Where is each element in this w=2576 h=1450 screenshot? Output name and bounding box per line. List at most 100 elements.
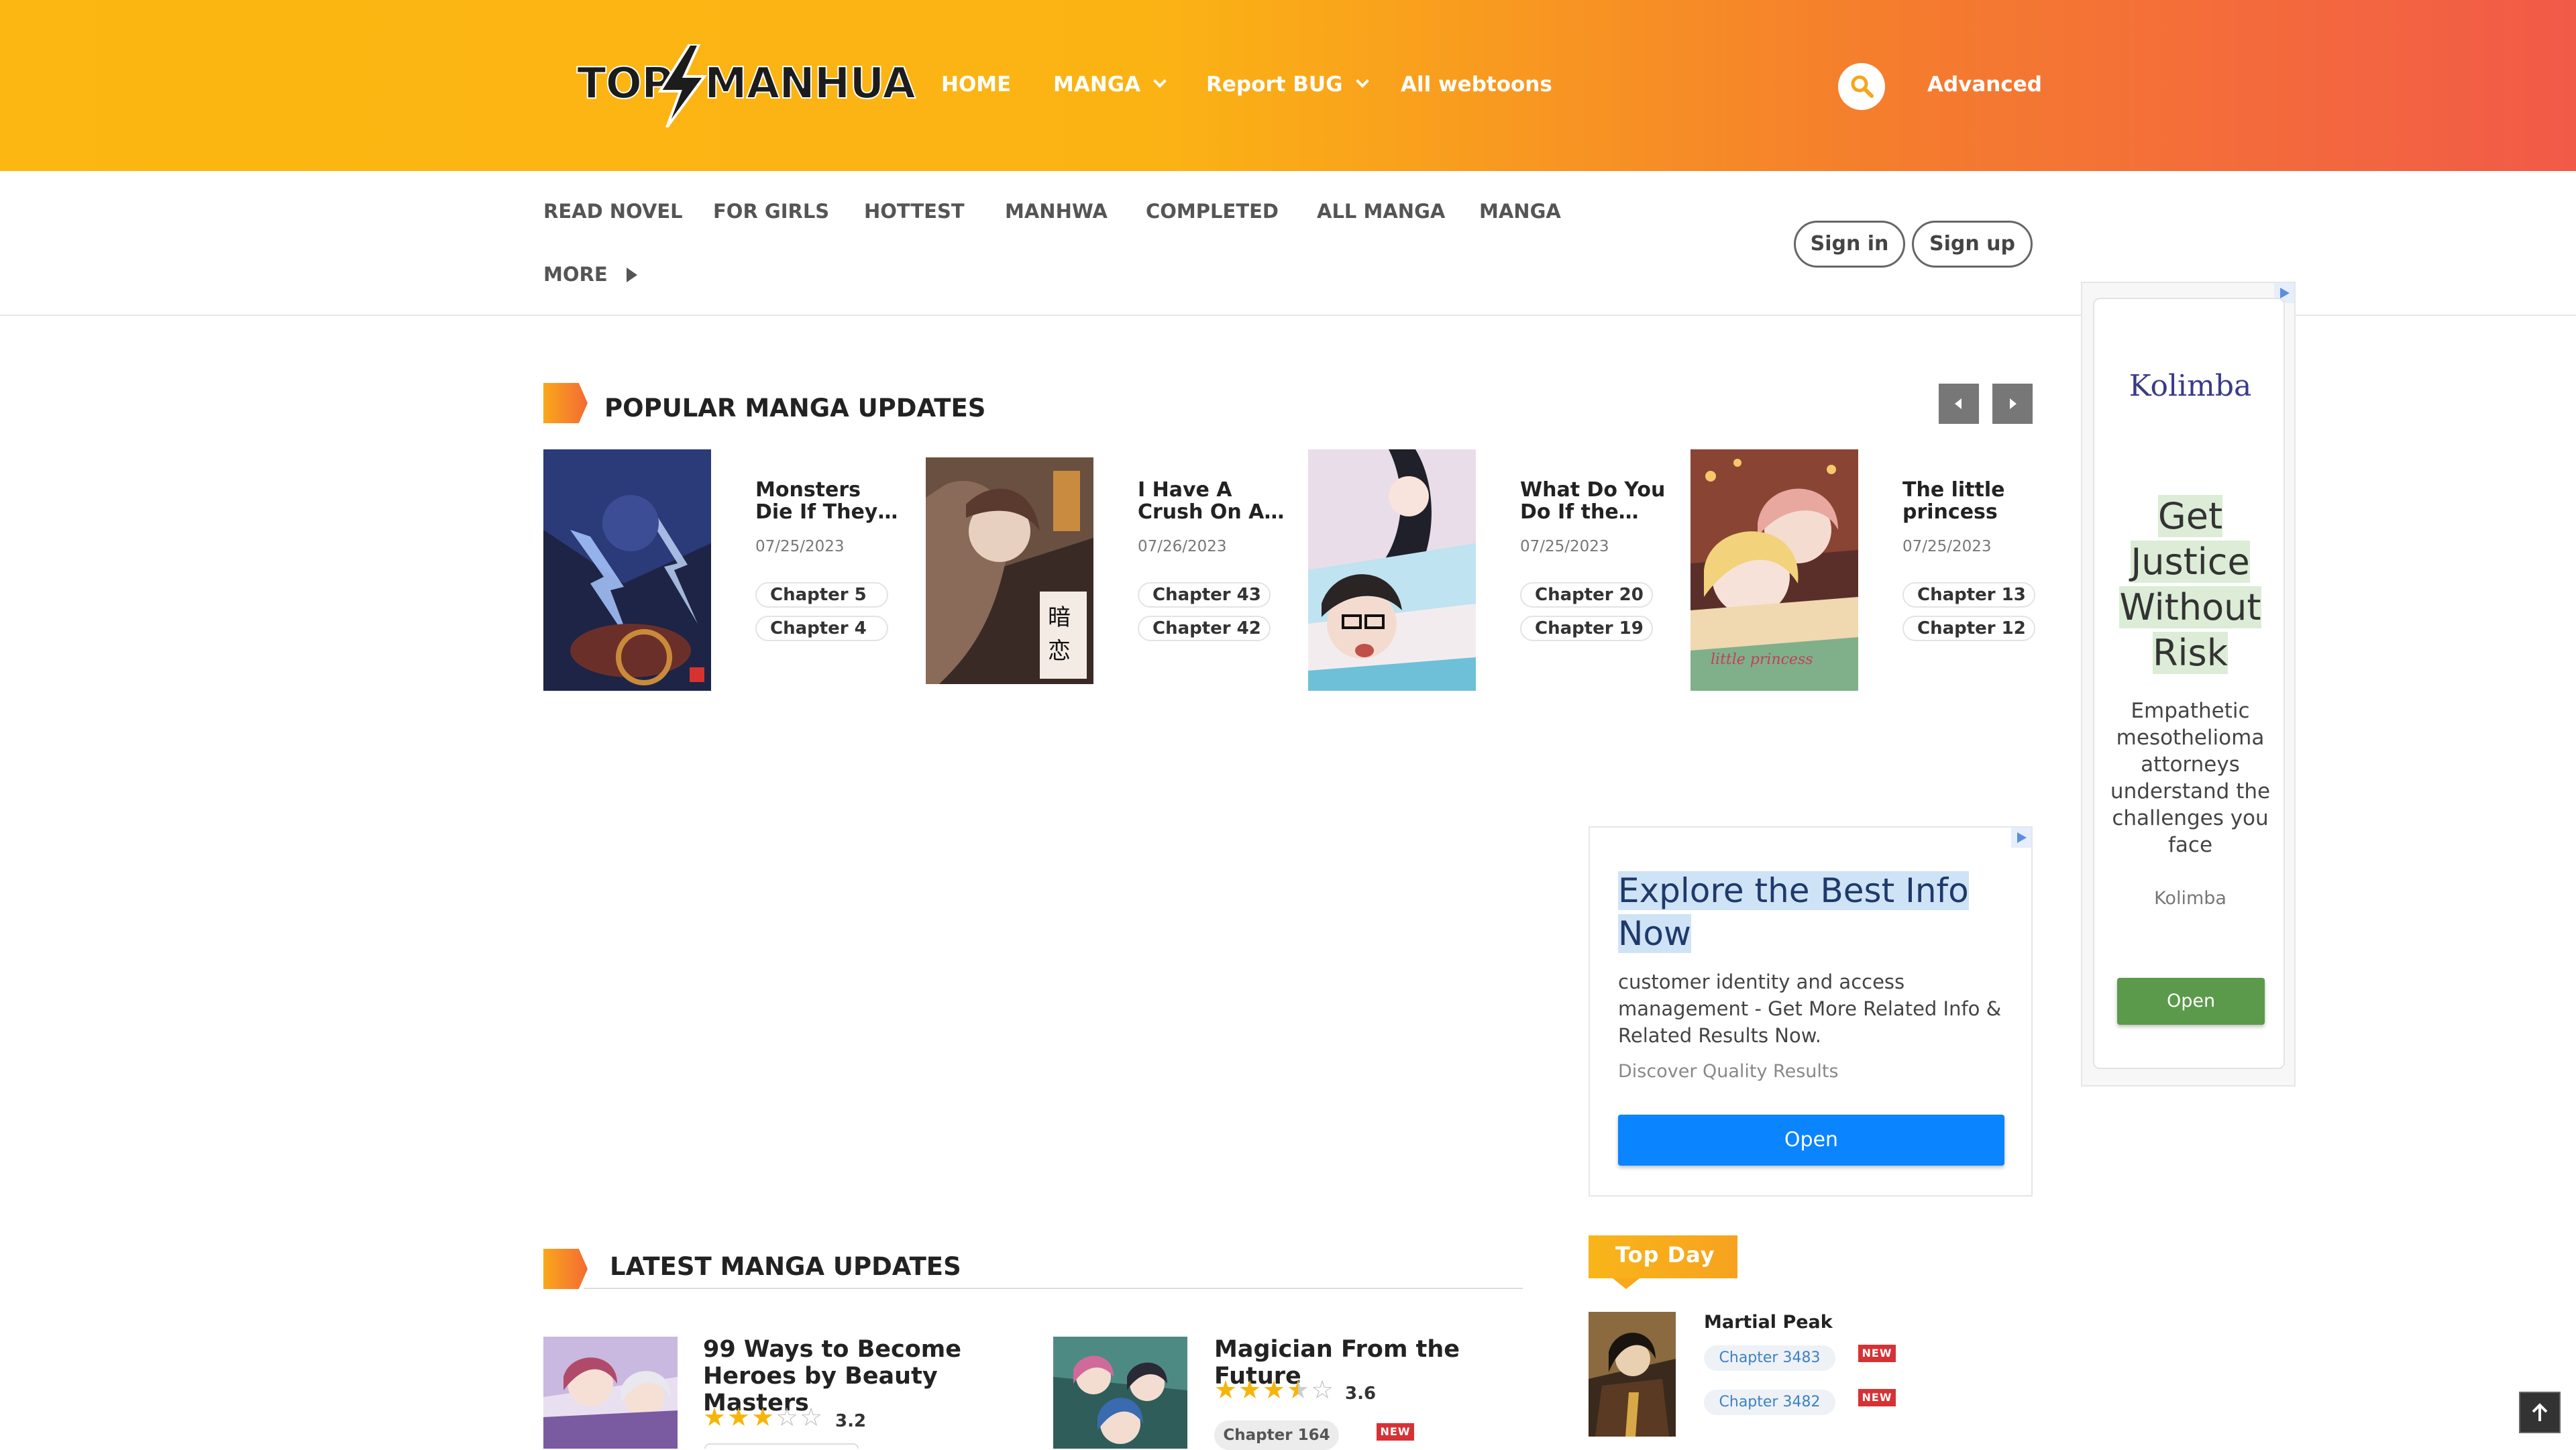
manga-cover[interactable] [543, 1337, 678, 1449]
site-header: TOP MANHUA HOME MANGA Report BUG All web… [0, 0, 2576, 171]
tab-top-day-label: Top Day [1615, 1242, 1715, 1268]
subnav-more-label: MORE [543, 263, 608, 286]
subnav-all-manga[interactable]: ALL MANGA [1317, 200, 1445, 223]
chapter-link[interactable]: Chapter 20 [1520, 582, 1653, 608]
update-date: 07/26/2023 [1138, 538, 1227, 555]
rating-value: 3.2 [835, 1411, 867, 1431]
ad-source: Kolimba [2154, 888, 2226, 909]
new-badge: NEW [1858, 1345, 1896, 1362]
chapter-link[interactable]: Chapter 12 [1902, 616, 2035, 641]
rating-value: 3.6 [1345, 1384, 1377, 1404]
chapter-link[interactable]: Chapter 42 [1138, 616, 1271, 641]
svg-text:恋: 恋 [1048, 638, 1071, 665]
subnav-hottest[interactable]: HOTTEST [864, 200, 965, 223]
content-ad[interactable]: Explore the Best Info Now customer ident… [1589, 826, 2033, 1196]
section-divider [584, 1288, 1523, 1289]
chapter-link[interactable]: Chapter 5 [755, 582, 888, 608]
popular-card: 暗 恋 I Have A Crush On A… 07/26/2023 Chap… [926, 449, 1288, 691]
nav-home[interactable]: HOME [941, 72, 1011, 97]
star-icon: ★ [1238, 1375, 1262, 1404]
tab-top-day[interactable]: Top Day [1589, 1235, 1737, 1289]
chapter-link[interactable] [704, 1443, 859, 1449]
ad-headline: Get Justice Without Risk [2101, 494, 2279, 676]
popular-section-title: POPULAR MANGA UPDATES [604, 394, 986, 423]
caret-right-icon [626, 268, 637, 282]
update-date: 07/25/2023 [1520, 538, 1609, 555]
nav-report-bug[interactable]: Report BUG [1206, 72, 1369, 97]
star-icon: ★ [1263, 1375, 1286, 1404]
lightning-bolt-icon [657, 44, 707, 127]
manga-title[interactable]: Monsters Die If They… [755, 479, 903, 523]
star-icon: ★ [1214, 1375, 1238, 1404]
star-icon: ★ [727, 1402, 751, 1432]
star-icon: ☆ [1311, 1375, 1334, 1404]
manga-cover[interactable] [1589, 1312, 1676, 1437]
subnav-read-novel[interactable]: READ NOVEL [543, 200, 683, 223]
carousel-prev-button[interactable] [1939, 384, 1979, 424]
new-badge: NEW [1377, 1423, 1414, 1441]
subnav-manga[interactable]: MANGA [1479, 200, 1561, 223]
svg-text:little princess: little princess [1711, 651, 1813, 668]
chapter-link[interactable]: Chapter 43 [1138, 582, 1271, 608]
site-logo[interactable]: TOP MANHUA [576, 44, 916, 127]
back-to-top-button[interactable] [2519, 1392, 2561, 1433]
carousel-next-button[interactable] [1992, 384, 2033, 424]
chevron-down-icon [1153, 74, 1167, 88]
popular-card: Monsters Die If They… 07/25/2023 Chapter… [543, 449, 906, 691]
chapter-link[interactable]: Chapter 3483 [1704, 1345, 1835, 1371]
manga-cover[interactable] [1053, 1337, 1187, 1449]
chevron-down-icon [1355, 74, 1369, 88]
manga-cover[interactable] [1308, 449, 1476, 691]
chapter-link[interactable]: Chapter 13 [1902, 582, 2035, 608]
ad-brand-logo: Kolimba [2129, 369, 2252, 403]
latest-section-title: LATEST MANGA UPDATES [610, 1252, 961, 1281]
ad-headline: Explore the Best Info Now [1618, 869, 1994, 955]
ad-body: Empathetic mesothelioma attorneys unders… [2110, 699, 2271, 857]
star-icon: ★ [703, 1402, 727, 1432]
ad-open-button[interactable]: Open [2117, 978, 2265, 1025]
chapter-link[interactable]: Chapter 3482 [1704, 1390, 1835, 1415]
star-icon: ☆ [775, 1402, 799, 1432]
adchoices-icon[interactable] [2011, 828, 2031, 848]
manga-title[interactable]: 99 Ways to Become Heroes by Beauty Maste… [703, 1336, 1018, 1416]
caret-left-icon [1955, 398, 1962, 409]
ad-open-button[interactable]: Open [1618, 1115, 2004, 1166]
manga-title[interactable]: Martial Peak [1704, 1312, 1833, 1333]
manga-cover[interactable] [543, 449, 711, 691]
nav-all-webtoons[interactable]: All webtoons [1401, 72, 1552, 97]
popular-card: little princess The little princess 07/2… [1690, 449, 2053, 691]
manga-title[interactable]: What Do You Do If the… [1520, 479, 1668, 523]
logo-text-right: MANHUA [704, 58, 916, 109]
sidebar-ad-card[interactable]: Kolimba Get Justice Without Risk Empathe… [2093, 298, 2285, 1069]
search-button[interactable] [1838, 63, 1885, 110]
sidebar-ad: Kolimba Get Justice Without Risk Empathe… [2081, 282, 2296, 1086]
new-badge: NEW [1858, 1389, 1896, 1406]
nav-manga-label: MANGA [1053, 72, 1141, 97]
manga-title[interactable]: The little princess [1902, 479, 2050, 523]
section-marker-icon [543, 383, 588, 423]
star-icon: ★ [751, 1402, 775, 1432]
ad-source: Discover Quality Results [1618, 1061, 1839, 1082]
ad-body: customer identity and access management … [1618, 970, 2002, 1047]
subnav-more[interactable]: MORE [543, 263, 637, 286]
nav-manga[interactable]: MANGA [1053, 72, 1167, 97]
svg-text:暗: 暗 [1048, 604, 1071, 631]
popular-card: What Do You Do If the… 07/25/2023 Chapte… [1308, 449, 1670, 691]
ad-headline-text: Get Justice Without Risk [2119, 495, 2261, 674]
manga-cover[interactable]: little princess [1690, 449, 1858, 691]
chapter-link[interactable]: Chapter 19 [1520, 616, 1653, 641]
star-icon: ★ [1287, 1375, 1310, 1404]
chapter-link[interactable]: Chapter 4 [755, 616, 888, 641]
sign-in-button[interactable]: Sign in [1794, 221, 1905, 268]
subnav-completed[interactable]: COMPLETED [1146, 200, 1279, 223]
advanced-search-link[interactable]: Advanced [1927, 72, 2042, 97]
manga-title[interactable]: Magician From the Future [1214, 1336, 1529, 1390]
manga-cover[interactable]: 暗 恋 [926, 457, 1093, 684]
subnav-for-girls[interactable]: FOR GIRLS [713, 200, 829, 223]
subnav-manhwa[interactable]: MANHWA [1005, 200, 1108, 223]
manga-title[interactable]: I Have A Crush On A… [1138, 479, 1285, 523]
chapter-link[interactable]: Chapter 164 [1214, 1420, 1339, 1450]
update-date: 07/25/2023 [755, 538, 845, 555]
sign-up-button[interactable]: Sign up [1912, 221, 2033, 268]
caret-right-icon [2010, 398, 2017, 409]
